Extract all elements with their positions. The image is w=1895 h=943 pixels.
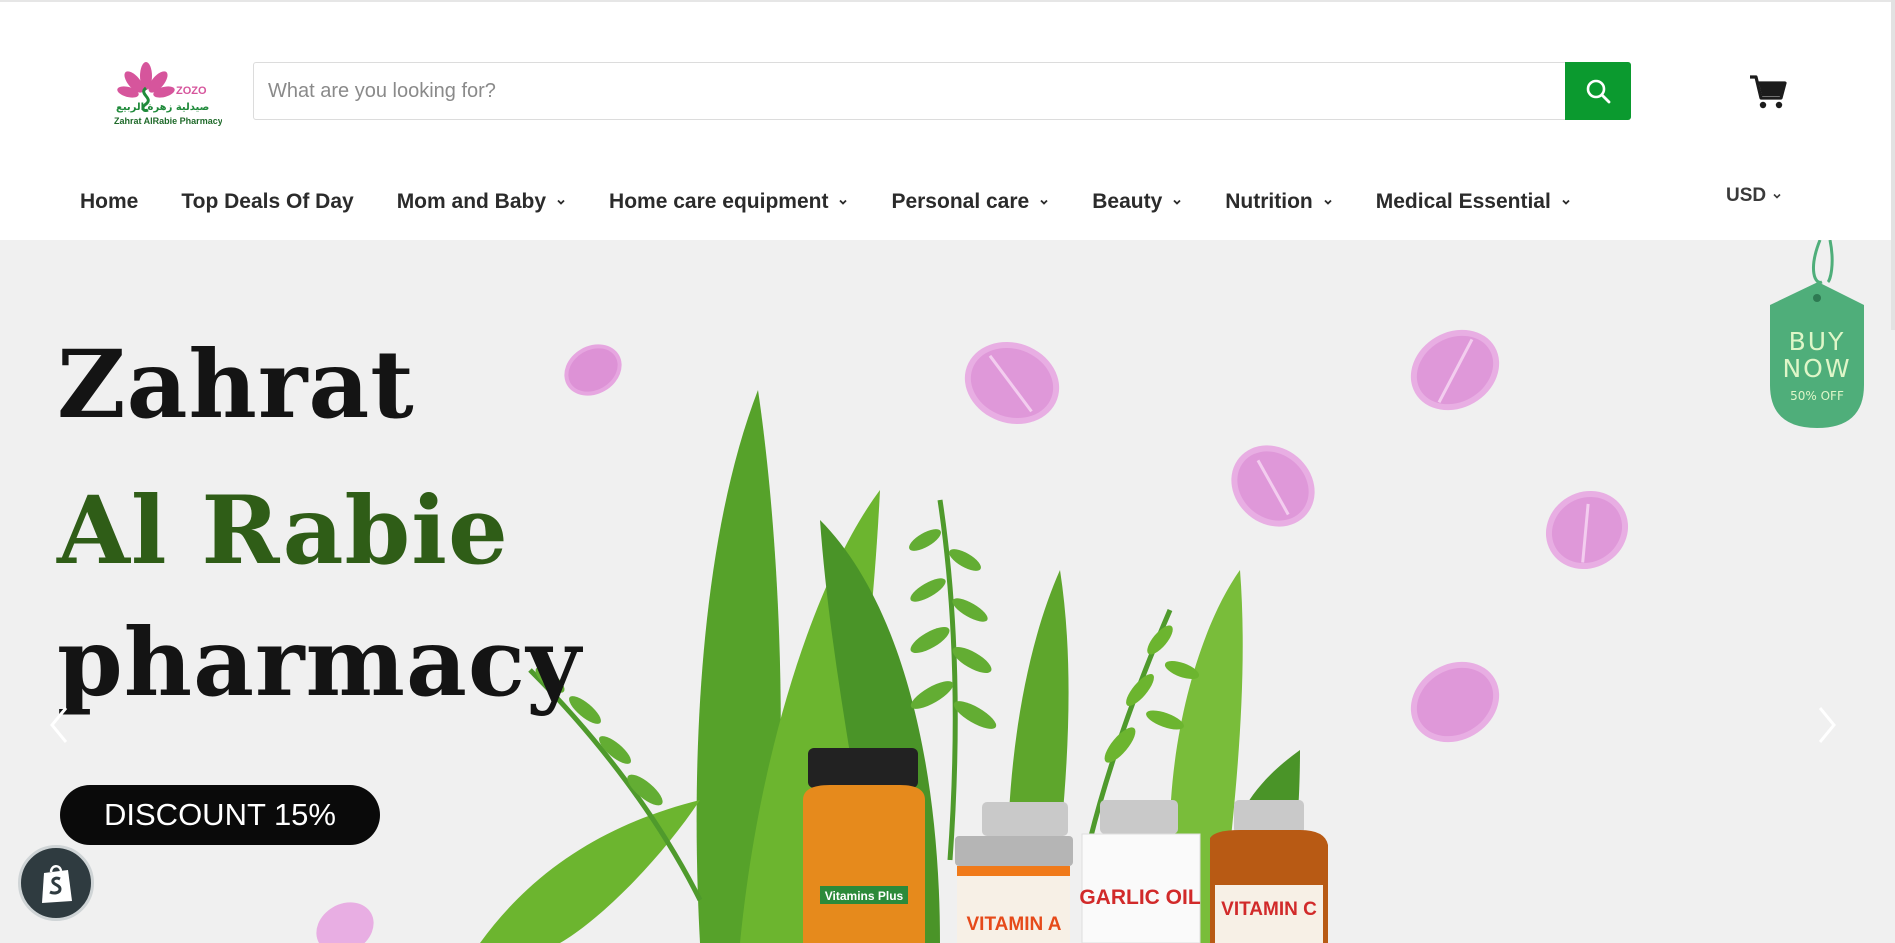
- tag-line-1: BUY: [1789, 327, 1846, 356]
- nav-item-label: Top Deals Of Day: [181, 190, 354, 213]
- cart-button[interactable]: [1748, 72, 1788, 112]
- site-header: ZOZO صيدلية زهرة الربيع Zahrat AlRabie P…: [0, 0, 1895, 240]
- chevron-down-icon: [557, 199, 565, 205]
- tag-line-2: NOW: [1782, 354, 1851, 383]
- shopify-bag-icon: [42, 865, 72, 903]
- cart-icon: [1750, 75, 1787, 109]
- nav-item-mom-and-baby[interactable]: Mom and Baby: [397, 190, 566, 214]
- nav-item-home-care-equipment[interactable]: Home care equipment: [609, 190, 848, 214]
- hero-title-line-1: Zahrat: [57, 330, 415, 440]
- nav-item-nutrition[interactable]: Nutrition: [1225, 190, 1332, 214]
- nav-item-label: Home care equipment: [609, 190, 829, 213]
- nav-item-label: Medical Essential: [1375, 190, 1551, 213]
- chevron-down-icon: [1773, 193, 1781, 199]
- discount-button[interactable]: DISCOUNT 15%: [60, 785, 380, 845]
- hero-banner[interactable]: Vitamins Plus VITAMIN A GARLIC OIL VITAM…: [0, 240, 1895, 943]
- buy-now-tag[interactable]: BUY NOW 50% OFF: [1770, 240, 1864, 428]
- bottle-label: Vitamins Plus: [825, 889, 904, 903]
- search-bar: [253, 62, 1631, 120]
- search-button[interactable]: [1565, 62, 1631, 120]
- nav-item-label: Beauty: [1092, 190, 1163, 213]
- slide-next-button[interactable]: [1812, 700, 1842, 750]
- hero-title-line-3: pharmacy: [57, 608, 582, 718]
- chevron-down-icon: [839, 199, 848, 205]
- chevron-left-icon: [50, 707, 68, 743]
- chevron-down-icon: [1173, 199, 1181, 205]
- site-logo[interactable]: ZOZO صيدلية زهرة الربيع Zahrat AlRabie P…: [108, 58, 223, 130]
- nav-item-personal-care[interactable]: Personal care: [891, 190, 1049, 214]
- chevron-down-icon: [1040, 199, 1048, 205]
- search-icon: [1586, 79, 1611, 104]
- bottle-label: VITAMIN A: [967, 914, 1062, 935]
- logo-brand-short: ZOZO: [176, 85, 207, 97]
- nav-item-home[interactable]: Home: [80, 190, 138, 214]
- nav-item-label: Mom and Baby: [396, 190, 547, 213]
- nav-item-top-deals[interactable]: Top Deals Of Day: [181, 190, 353, 214]
- nav-item-label: Home: [80, 190, 139, 213]
- bottle-label: GARLIC OIL: [1079, 886, 1200, 909]
- bottle-label: VITAMIN C: [1221, 899, 1317, 920]
- nav-item-medical-essential[interactable]: Medical Essential: [1376, 190, 1571, 214]
- hero-title-line-2: Al Rabie: [57, 476, 509, 586]
- slide-prev-button[interactable]: [44, 700, 74, 750]
- chevron-down-icon: [1324, 199, 1332, 205]
- logo-arabic-name: صيدلية زهرة الربيع: [116, 102, 209, 113]
- nav-item-label: Personal care: [891, 190, 1030, 213]
- main-nav: Home Top Deals Of Day Mom and Baby Home …: [80, 184, 1614, 220]
- currency-label: USD: [1726, 185, 1767, 206]
- logo-english-name: Zahrat AlRabie Pharmacy: [114, 116, 222, 126]
- page-scrollbar[interactable]: [1891, 0, 1895, 330]
- search-input[interactable]: [254, 63, 1564, 119]
- shopify-badge-button[interactable]: [18, 845, 94, 921]
- chevron-down-icon: [1562, 199, 1570, 205]
- nav-item-label: Nutrition: [1225, 190, 1313, 213]
- chevron-right-icon: [1818, 707, 1836, 743]
- tag-line-3: 50% OFF: [1790, 389, 1844, 403]
- nav-item-beauty[interactable]: Beauty: [1092, 190, 1182, 214]
- currency-selector[interactable]: USD: [1726, 185, 1782, 207]
